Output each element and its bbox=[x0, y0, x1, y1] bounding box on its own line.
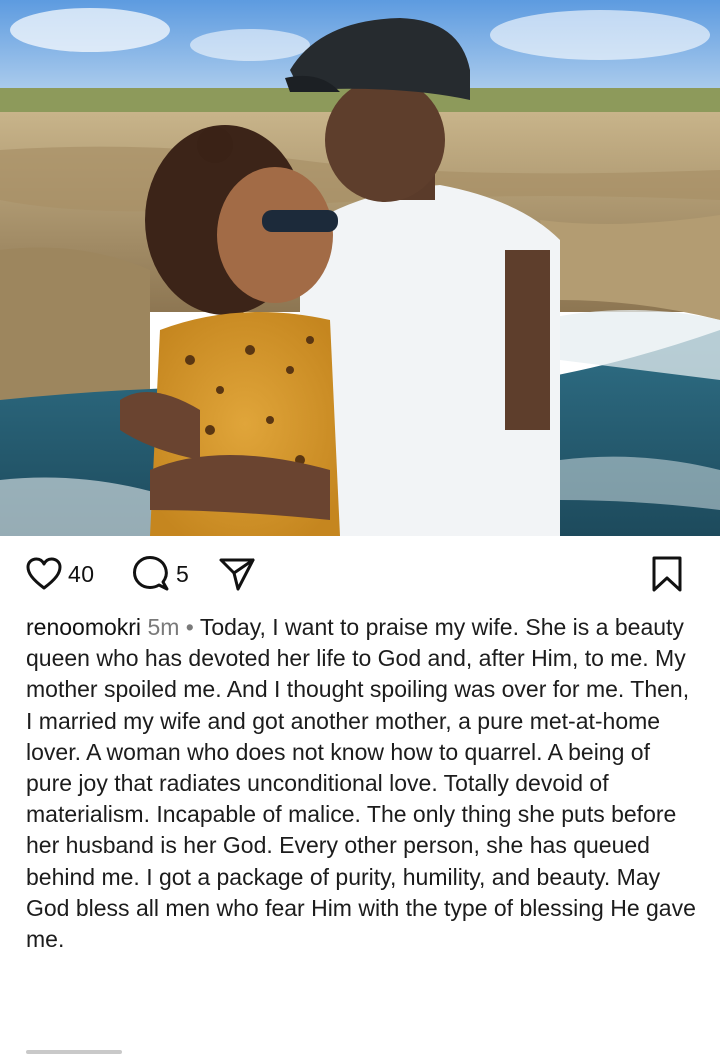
comment-button[interactable]: 5 bbox=[132, 554, 189, 594]
cutoff-next-line bbox=[26, 1046, 186, 1056]
save-button[interactable] bbox=[650, 554, 684, 594]
post-caption: renoomokri 5m • Today, I want to praise … bbox=[26, 612, 698, 955]
like-count[interactable]: 40 bbox=[68, 561, 95, 588]
caption-text: Today, I want to praise my wife. She is … bbox=[26, 614, 696, 953]
share-button[interactable] bbox=[218, 554, 256, 594]
username-link[interactable]: renoomokri bbox=[26, 614, 141, 640]
paper-plane-icon bbox=[219, 558, 255, 591]
caption-separator: • bbox=[185, 614, 194, 640]
post-timestamp: 5m bbox=[147, 614, 180, 640]
partially-visible-line bbox=[26, 1050, 122, 1054]
post-photo[interactable] bbox=[0, 0, 720, 536]
photo-couple-by-sea bbox=[0, 0, 720, 536]
heart-icon bbox=[26, 557, 62, 590]
bookmark-icon bbox=[652, 556, 682, 592]
comment-count[interactable]: 5 bbox=[176, 561, 189, 588]
like-button[interactable]: 40 bbox=[26, 554, 95, 594]
post-action-bar: 40 5 bbox=[0, 540, 720, 610]
comment-bubble-icon bbox=[133, 556, 169, 591]
